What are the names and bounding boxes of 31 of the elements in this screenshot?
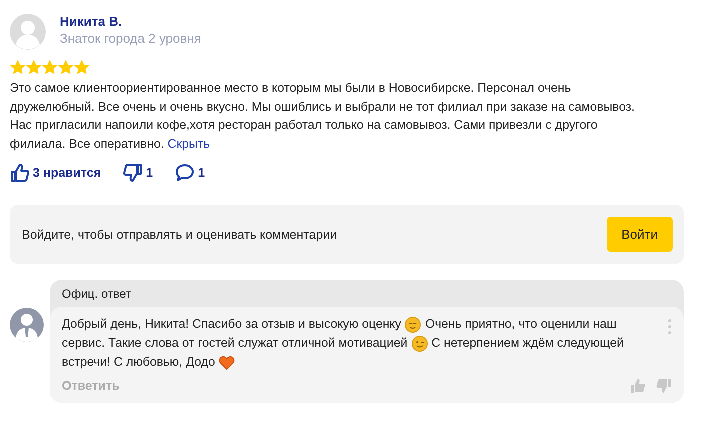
login-button[interactable]: Войти — [606, 217, 673, 252]
avatar-icon — [10, 14, 46, 50]
author-name[interactable]: Никита В. — [60, 14, 202, 29]
reply-text: встречи! С любовью, Додо — [62, 354, 216, 371]
thumbs-up-icon[interactable] — [630, 378, 646, 394]
avatar-icon — [10, 308, 44, 342]
more-menu-icon[interactable] — [668, 319, 672, 335]
thumbs-down-icon[interactable] — [656, 378, 672, 394]
star-icon — [42, 60, 58, 75]
reply-text: Добрый день, Никита! Спасибо за отзыв и высокую оценку — [62, 316, 402, 333]
winking-face-icon — [412, 336, 428, 352]
star-icon — [58, 60, 74, 75]
like-button[interactable]: 3 нравится — [10, 163, 102, 183]
comment-icon — [175, 163, 196, 183]
star-icon — [74, 60, 90, 75]
login-prompt-text: Войдите, чтобы отправлять и оценивать комментарии — [22, 228, 338, 242]
thumbs-up-icon — [10, 163, 30, 183]
thumbs-down-icon — [123, 163, 144, 183]
reply-text: Очень приятно, что оценили наш — [425, 316, 617, 333]
reply-text: сервис. Такие слова от гостей служат отличной мотивацией — [62, 335, 408, 352]
comments-button[interactable]: 1 — [175, 163, 206, 183]
review-text: Это самое клиентоориентированное место в которым мы были в Новосибирске. Персонал очень дружелюбный. Все очень и очень вкусно. Мы ошиблись и выбрали не тот филиал при заказе на самовывоз. Нас пригласили напоили кофе,хотя ресторан работал только на самовывоз. Сами привезли с другого филиала. Все оперативно. Скрыть — [10, 80, 636, 153]
smiling-face-icon — [405, 316, 422, 332]
dislike-button[interactable]: 1 — [123, 163, 154, 183]
reply-text: С нетерпением ждём следующей — [432, 335, 624, 352]
star-icon — [10, 60, 26, 75]
hide-link[interactable]: Скрыть — [168, 136, 210, 150]
star-icon — [26, 60, 42, 75]
author-level: Знаток города 2 уровня — [60, 31, 202, 46]
heart-icon — [219, 354, 236, 370]
official-reply-label: Офиц. ответ — [61, 286, 132, 303]
